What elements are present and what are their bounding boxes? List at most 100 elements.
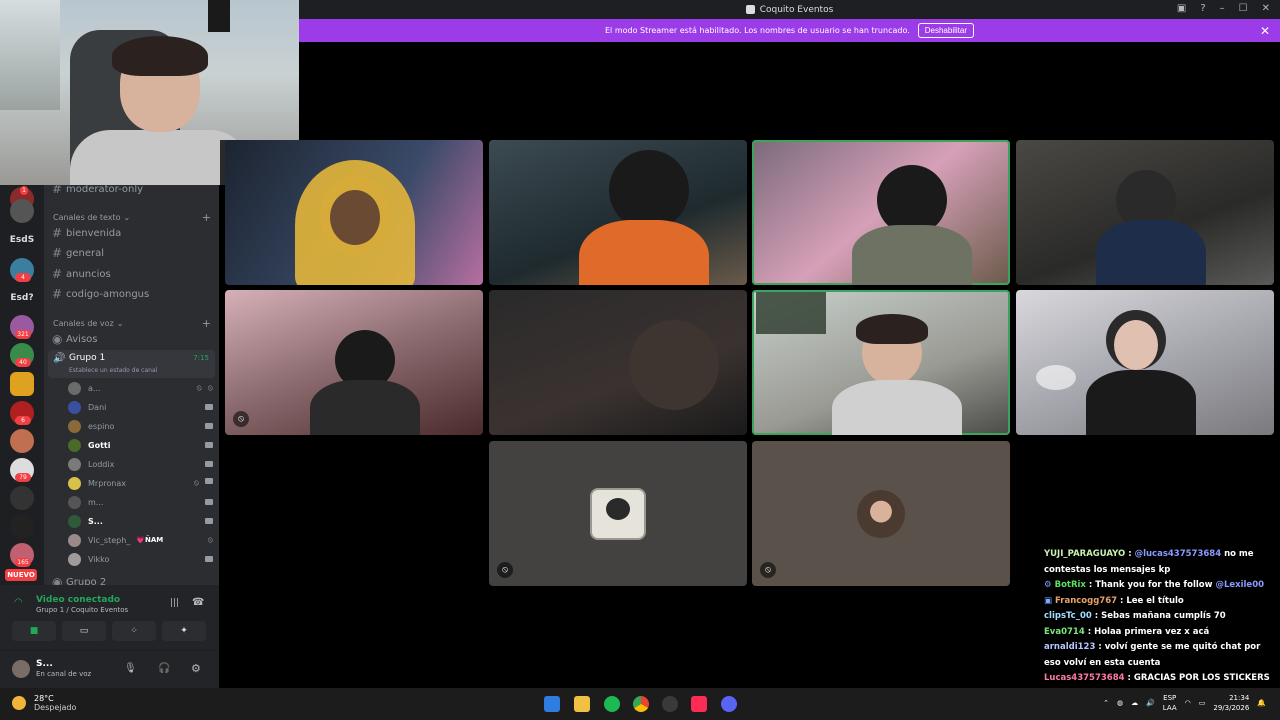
tiktok-icon[interactable]: [691, 696, 707, 712]
category-label: Canales de voz: [53, 319, 114, 328]
video-tile-speaking[interactable]: [752, 140, 1010, 285]
channel-bienvenida[interactable]: # bienvenida: [52, 224, 121, 242]
channel-avisos[interactable]: ◉ Avisos: [52, 330, 98, 348]
help-icon[interactable]: ?: [1200, 3, 1205, 14]
server-esds[interactable]: EsdS: [4, 235, 40, 245]
close-banner-icon[interactable]: ✕: [1260, 24, 1270, 38]
start-icon[interactable]: [544, 696, 560, 712]
video-tile[interactable]: [1016, 140, 1274, 285]
chat-message: Eva0714 : Holaa primera vez x acá: [1044, 626, 1210, 637]
obs-icon[interactable]: [662, 696, 678, 712]
participant-shirt: [579, 220, 709, 285]
channel-codigo-amongus[interactable]: # codigo-amongus: [52, 285, 149, 303]
server-icon[interactable]: [10, 429, 34, 453]
new-servers-pill[interactable]: NUEVO: [5, 569, 37, 581]
voice-user[interactable]: Mrpronax ⦸: [68, 475, 213, 491]
wifi-icon[interactable]: ◠: [1185, 699, 1191, 707]
weather-widget[interactable]: 28°C Despejado: [12, 694, 76, 712]
chat-mention: @Lexile00: [1215, 580, 1265, 590]
video-tile[interactable]: [225, 140, 483, 285]
screen-share-button[interactable]: ▭: [62, 621, 106, 641]
chevron-up-icon[interactable]: ⌃: [1103, 699, 1109, 707]
voice-user[interactable]: a... ⦸ ⦸: [68, 380, 213, 396]
voice-user[interactable]: Vic_steph_ 💗ÑAM ⦸: [68, 532, 213, 548]
category-text-channels[interactable]: Canales de texto ⌄ +: [53, 211, 211, 224]
video-tile-speaking[interactable]: [752, 290, 1010, 435]
participant-hair: [609, 150, 689, 230]
server-icon[interactable]: [10, 515, 34, 539]
voice-user[interactable]: Dani: [68, 399, 213, 415]
headphones-icon[interactable]: 🎧: [158, 663, 170, 674]
settings-gear-icon[interactable]: ⚙: [191, 662, 201, 675]
voice-user[interactable]: m...: [68, 494, 213, 510]
channel-general[interactable]: # general: [52, 244, 104, 262]
server-badge: 4: [15, 273, 31, 282]
add-channel-icon[interactable]: +: [202, 211, 211, 224]
chat-message: YUJI_PARAGUAYO : @lucas437573684 no me c…: [1044, 549, 1254, 575]
chrome-icon[interactable]: [633, 696, 649, 712]
channel-moderator-only[interactable]: # moderator-only: [52, 180, 143, 198]
voice-user[interactable]: Gotti: [68, 437, 213, 453]
video-tile[interactable]: ⦸: [225, 290, 483, 435]
camera-button[interactable]: ■: [12, 621, 56, 641]
network-icon[interactable]: ◍: [1117, 699, 1123, 707]
channel-grupo-1[interactable]: 🔊 Grupo 1 7:15 Establece un estado de ca…: [48, 350, 215, 378]
close-window-icon[interactable]: ✕: [1262, 3, 1270, 14]
server-esd[interactable]: Esd?: [4, 293, 40, 303]
video-tile-avatar[interactable]: ⦸: [489, 441, 747, 586]
server-icon[interactable]: [10, 486, 34, 510]
camera-icon: [205, 404, 213, 410]
disconnect-icon[interactable]: ☎: [192, 597, 204, 608]
server-icon[interactable]: [10, 199, 34, 223]
chat-username: arnaldi123: [1044, 642, 1096, 652]
spotify-icon[interactable]: [604, 696, 620, 712]
avatar[interactable]: [12, 660, 30, 678]
camera-icon: [205, 423, 213, 429]
add-channel-icon[interactable]: +: [202, 317, 211, 330]
disable-streamer-button[interactable]: Deshabilitar: [917, 23, 974, 38]
file-explorer-icon[interactable]: [574, 696, 590, 712]
video-tile[interactable]: [489, 140, 747, 285]
language-indicator[interactable]: ESP LAA: [1163, 693, 1177, 713]
battery-icon[interactable]: ▭: [1199, 699, 1206, 707]
noise-suppression-icon[interactable]: |||: [170, 598, 179, 608]
participant-shirt: [1096, 220, 1206, 285]
voice-user[interactable]: espino: [68, 418, 213, 434]
video-tile[interactable]: [489, 290, 747, 435]
chat-username: BotRix: [1054, 580, 1086, 590]
clock[interactable]: 21:34 29/3/2026: [1213, 693, 1249, 713]
category-voice-channels[interactable]: Canales de voz ⌄ +: [53, 317, 211, 330]
video-tile[interactable]: [1016, 290, 1274, 435]
server-icon[interactable]: [10, 372, 34, 396]
inbox-icon[interactable]: ▣: [1177, 3, 1186, 14]
voice-location[interactable]: Grupo 1 / Coquito Eventos: [36, 606, 128, 614]
discord-icon[interactable]: [721, 696, 737, 712]
voice-user[interactable]: S...: [68, 513, 213, 529]
bot-badge-icon: ⚙: [1044, 580, 1052, 590]
badge-icon: ▣: [1044, 595, 1053, 606]
channel-status[interactable]: Establece un estado de canal: [69, 367, 157, 374]
soundboard-button[interactable]: ✦: [162, 621, 206, 641]
video-tile-avatar[interactable]: ⦸: [752, 441, 1010, 586]
channel-anuncios[interactable]: # anuncios: [52, 265, 111, 283]
activities-icon: ⁘: [130, 626, 138, 636]
voice-user[interactable]: Loddix: [68, 456, 213, 472]
minimize-icon[interactable]: –: [1220, 3, 1225, 14]
voice-user-name: Loddix: [88, 459, 115, 469]
maximize-icon[interactable]: ☐: [1239, 3, 1248, 14]
hash-icon: #: [52, 182, 63, 196]
participant-shirt: [310, 380, 420, 435]
clock-time: 21:34: [1229, 694, 1250, 702]
signal-icon[interactable]: ◠: [14, 597, 26, 609]
chat-text: Holaa primera vez x acá: [1094, 626, 1210, 637]
microphone-icon[interactable]: 🎙: [124, 663, 137, 674]
channel-label: Grupo 1: [69, 353, 106, 363]
streamer-mode-banner: El modo Streamer está habilitado. Los no…: [299, 19, 1280, 42]
notification-bell-icon[interactable]: 🔔: [1257, 699, 1266, 707]
voice-user[interactable]: Vikko: [68, 551, 213, 567]
chat-username: clipsTc_00: [1044, 611, 1092, 621]
volume-icon[interactable]: 🔊: [1146, 699, 1155, 707]
activities-button[interactable]: ⁘: [112, 621, 156, 641]
onedrive-icon[interactable]: ☁: [1131, 699, 1138, 707]
chat-username: Eva0714: [1044, 626, 1085, 637]
